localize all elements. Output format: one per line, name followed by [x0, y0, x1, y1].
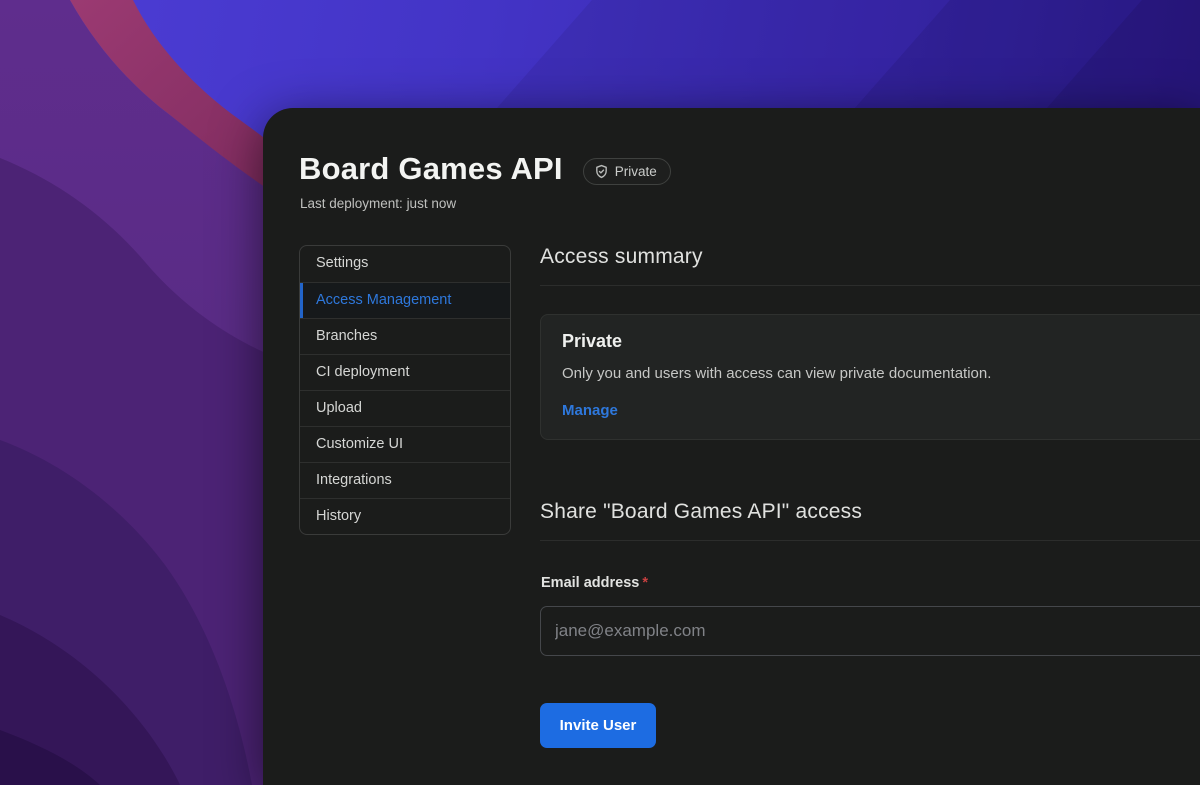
- app-window: Board Games API Private Last deployment:…: [263, 108, 1200, 785]
- sidebar-item-settings[interactable]: Settings: [300, 246, 510, 282]
- access-summary-heading: Access summary: [540, 245, 703, 269]
- invite-user-button[interactable]: Invite User: [540, 703, 656, 748]
- sidebar-item-customize-ui[interactable]: Customize UI: [300, 426, 510, 462]
- card-description: Only you and users with access can view …: [562, 365, 1200, 382]
- page-title: Board Games API: [299, 150, 563, 188]
- divider: [540, 285, 1200, 286]
- sidebar-item-branches[interactable]: Branches: [300, 318, 510, 354]
- sidebar-item-access-management[interactable]: Access Management: [300, 282, 510, 318]
- sidebar-item-history[interactable]: History: [300, 498, 510, 534]
- email-field[interactable]: [540, 606, 1200, 656]
- sidebar-item-ci-deployment[interactable]: CI deployment: [300, 354, 510, 390]
- last-deployment-text: Last deployment: just now: [300, 196, 456, 211]
- sidebar-item-upload[interactable]: Upload: [300, 390, 510, 426]
- main-content: Access summary Private Only you and user…: [540, 108, 1200, 785]
- settings-nav: Settings Access Management Branches CI d…: [299, 245, 511, 535]
- email-label-text: Email address: [541, 575, 639, 591]
- sidebar-item-integrations[interactable]: Integrations: [300, 462, 510, 498]
- email-label: Email address*: [541, 575, 648, 591]
- share-access-heading: Share "Board Games API" access: [540, 500, 862, 524]
- divider: [540, 540, 1200, 541]
- card-title: Private: [562, 330, 1200, 353]
- access-summary-card: Private Only you and users with access c…: [540, 314, 1200, 440]
- required-asterisk: *: [642, 575, 648, 591]
- manage-link[interactable]: Manage: [562, 402, 618, 419]
